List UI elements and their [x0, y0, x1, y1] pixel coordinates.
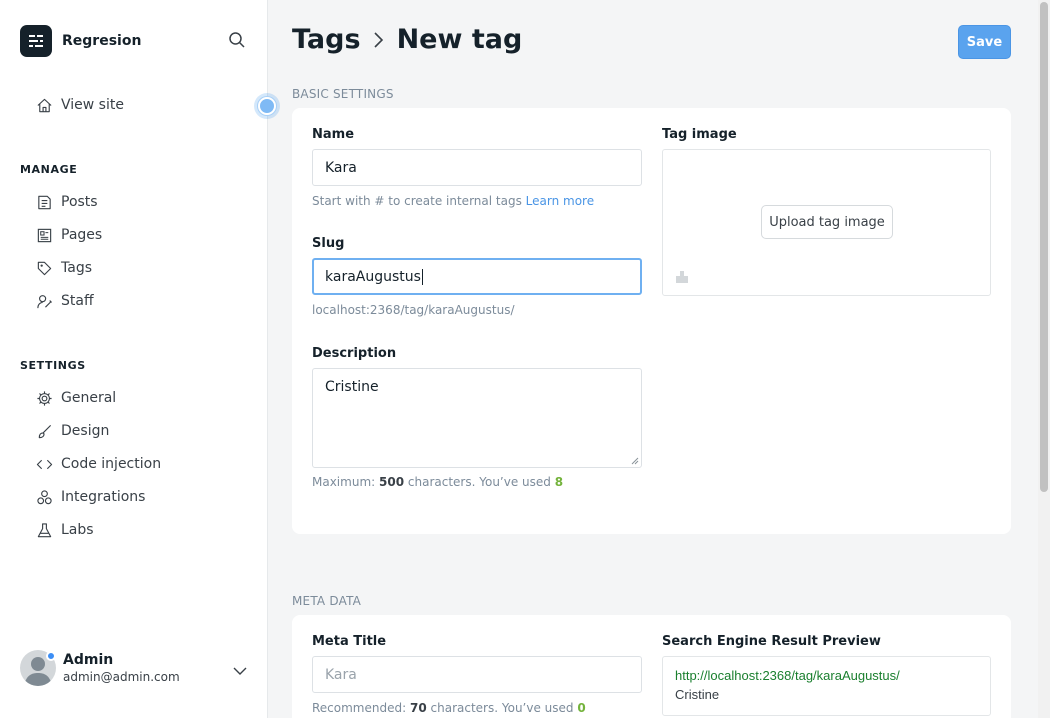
page-title: New tag [396, 24, 523, 55]
basic-settings-card: Name Kara Start with # to create interna… [292, 108, 1011, 534]
settings-section-label: SETTINGS [20, 359, 86, 372]
name-input[interactable]: Kara [312, 149, 642, 186]
sidebar-item-label: Code injection [61, 456, 162, 472]
sidebar-item-integrations[interactable]: Integrations [36, 486, 145, 508]
sidebar-item-label: Posts [61, 194, 98, 210]
sidebar-item-pages[interactable]: Pages [36, 224, 102, 246]
serp-preview-url: http://localhost:2368/tag/karaAugustus/ [675, 668, 900, 683]
sidebar-item-label: Tags [61, 260, 92, 276]
slug-label: Slug [312, 236, 345, 251]
breadcrumb: Tags New tag [292, 24, 522, 55]
sidebar: Regresion View site MANAGE Posts Pages T… [0, 0, 280, 718]
brand-logo-icon [20, 25, 52, 57]
sidebar-item-general[interactable]: General [36, 387, 116, 409]
serp-preview-description: Cristine [675, 687, 720, 702]
meta-data-title: META DATA [292, 594, 362, 608]
staff-icon [37, 294, 52, 308]
description-hint: Maximum: 500 characters. You’ve used 8 [312, 475, 564, 489]
sidebar-item-staff[interactable]: Staff [36, 290, 94, 312]
meta-title-hint: Recommended: 70 characters. You’ve used … [312, 701, 586, 715]
brush-icon [38, 424, 52, 438]
sidebar-item-posts[interactable]: Posts [36, 191, 98, 213]
tag-icon [37, 261, 52, 275]
home-icon [37, 98, 52, 112]
serp-preview: http://localhost:2368/tag/karaAugustus/ … [662, 656, 991, 716]
sidebar-item-label: General [61, 390, 117, 406]
meta-title-input[interactable]: Kara [312, 656, 642, 693]
search-icon[interactable] [228, 31, 248, 51]
user-menu[interactable]: Admin admin@admin.com [20, 650, 180, 686]
meta-title-label: Meta Title [312, 634, 387, 649]
basic-settings-title: BASIC SETTINGS [292, 87, 394, 101]
sidebar-item-label: Design [61, 423, 110, 439]
serp-preview-label: Search Engine Result Preview [662, 634, 881, 649]
manage-section-label: MANAGE [20, 163, 78, 176]
chevron-down-icon[interactable] [232, 662, 248, 675]
tag-image-label: Tag image [662, 127, 737, 142]
sidebar-item-label: Integrations [61, 489, 146, 505]
user-email: admin@admin.com [63, 670, 180, 684]
code-icon [36, 459, 53, 469]
sidebar-item-tags[interactable]: Tags [36, 257, 92, 279]
save-button[interactable]: Save [958, 25, 1011, 59]
slug-url-hint: localhost:2368/tag/karaAugustus/ [312, 303, 515, 317]
upload-tag-image-button[interactable]: Upload tag image [761, 205, 893, 239]
resize-handle-icon[interactable] [631, 457, 639, 465]
sidebar-item-label: Labs [61, 522, 94, 538]
sidebar-item-labs[interactable]: Labs [36, 519, 94, 541]
main-content: Tags New tag Save BASIC SETTINGS Name Ka… [268, 0, 1050, 718]
description-used-count: 8 [554, 475, 564, 489]
sidebar-item-label: Pages [61, 227, 103, 243]
description-label: Description [312, 346, 397, 361]
slug-input[interactable]: karaAugustus [312, 258, 642, 295]
sidebar-item-label: View site [61, 97, 124, 113]
sidebar-item-design[interactable]: Design [36, 420, 109, 442]
sidebar-item-label: Staff [61, 293, 94, 309]
flask-icon [37, 522, 52, 537]
learn-more-link[interactable]: Learn more [526, 194, 594, 208]
chevron-right-icon [373, 31, 383, 48]
pages-icon [37, 228, 52, 242]
description-textarea[interactable]: Cristine [312, 368, 642, 468]
breadcrumb-tags-link[interactable]: Tags [292, 24, 361, 55]
integrations-icon [37, 489, 52, 504]
user-name: Admin [63, 652, 114, 668]
sidebar-item-code-injection[interactable]: Code injection [36, 453, 161, 475]
posts-icon [38, 195, 51, 209]
scrollbar-thumb[interactable] [1040, 2, 1048, 492]
name-hint: Start with # to create internal tags Lea… [312, 194, 595, 208]
meta-data-card: Meta Title Kara Recommended: 70 characte… [292, 615, 1011, 718]
brand[interactable]: Regresion [20, 25, 141, 57]
sidebar-item-view-site[interactable]: View site [36, 94, 124, 116]
tag-image-uploader[interactable]: Upload tag image [662, 149, 991, 296]
notification-dot [46, 651, 56, 661]
name-label: Name [312, 127, 355, 142]
image-placeholder-icon [676, 271, 688, 283]
meta-title-used-count: 0 [577, 701, 586, 715]
brand-name: Regresion [62, 33, 142, 49]
gear-icon [37, 390, 52, 406]
